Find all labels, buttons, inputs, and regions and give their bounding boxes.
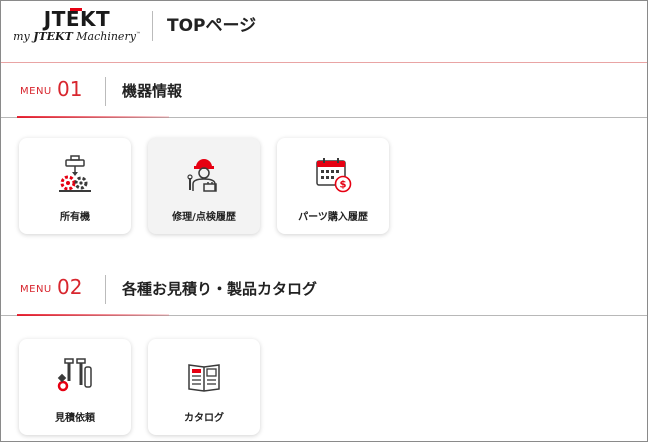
- card-owned-machines[interactable]: 所有機: [19, 138, 131, 234]
- section-divider: [105, 77, 106, 106]
- menu-label: MENU: [20, 86, 52, 97]
- section-01-cards: 所有機 修理/点検履歴 $ パーツ購入履歴: [1, 138, 647, 238]
- jtekt-logo[interactable]: JTEKT my JTEKT Machinery™: [11, 7, 143, 43]
- catalog-book-icon: [188, 364, 220, 392]
- header: JTEKT my JTEKT Machinery™ TOPページ: [1, 1, 647, 63]
- section-02-cards: 見積依頼 カタログ: [1, 339, 647, 439]
- card-label: 所有機: [60, 212, 90, 223]
- header-divider: [152, 11, 153, 41]
- section-divider: [105, 275, 106, 304]
- svg-text:$: $: [340, 180, 347, 191]
- card-label: 見積依頼: [55, 413, 95, 424]
- card-label: パーツ購入履歴: [298, 212, 368, 223]
- logo-accent-bar: [69, 8, 82, 11]
- section-rule-accent: [17, 314, 169, 316]
- header-underline: [1, 62, 647, 63]
- parts-bolts-icon: [57, 358, 92, 392]
- menu-label: MENU: [20, 284, 52, 295]
- calendar-purchase-icon: $: [316, 158, 352, 193]
- menu-number: 02: [57, 275, 83, 299]
- card-catalog[interactable]: カタログ: [148, 339, 260, 435]
- section-rule-accent: [17, 116, 169, 118]
- logo-subtitle: my JTEKT Machinery™: [13, 30, 141, 43]
- repair-worker-icon: [187, 159, 217, 192]
- page-title: TOPページ: [167, 16, 257, 36]
- section-title: 各種お見積り・製品カタログ: [122, 280, 318, 298]
- machine-gear-icon: [59, 155, 91, 192]
- section-title: 機器情報: [122, 82, 183, 100]
- page-frame: JTEKT my JTEKT Machinery™ TOPページ MENU 01…: [0, 0, 648, 442]
- card-label: カタログ: [184, 413, 224, 424]
- menu-number: 01: [57, 77, 83, 101]
- section-02-header: MENU 02 各種お見積り・製品カタログ: [1, 263, 647, 319]
- card-label: 修理/点検履歴: [172, 212, 236, 223]
- logo-brand: JTEKT: [43, 7, 111, 31]
- card-parts-purchase-history[interactable]: $ パーツ購入履歴: [277, 138, 389, 234]
- section-01-header: MENU 01 機器情報: [1, 65, 647, 121]
- card-repair-history[interactable]: 修理/点検履歴: [148, 138, 260, 234]
- card-quote-request[interactable]: 見積依頼: [19, 339, 131, 435]
